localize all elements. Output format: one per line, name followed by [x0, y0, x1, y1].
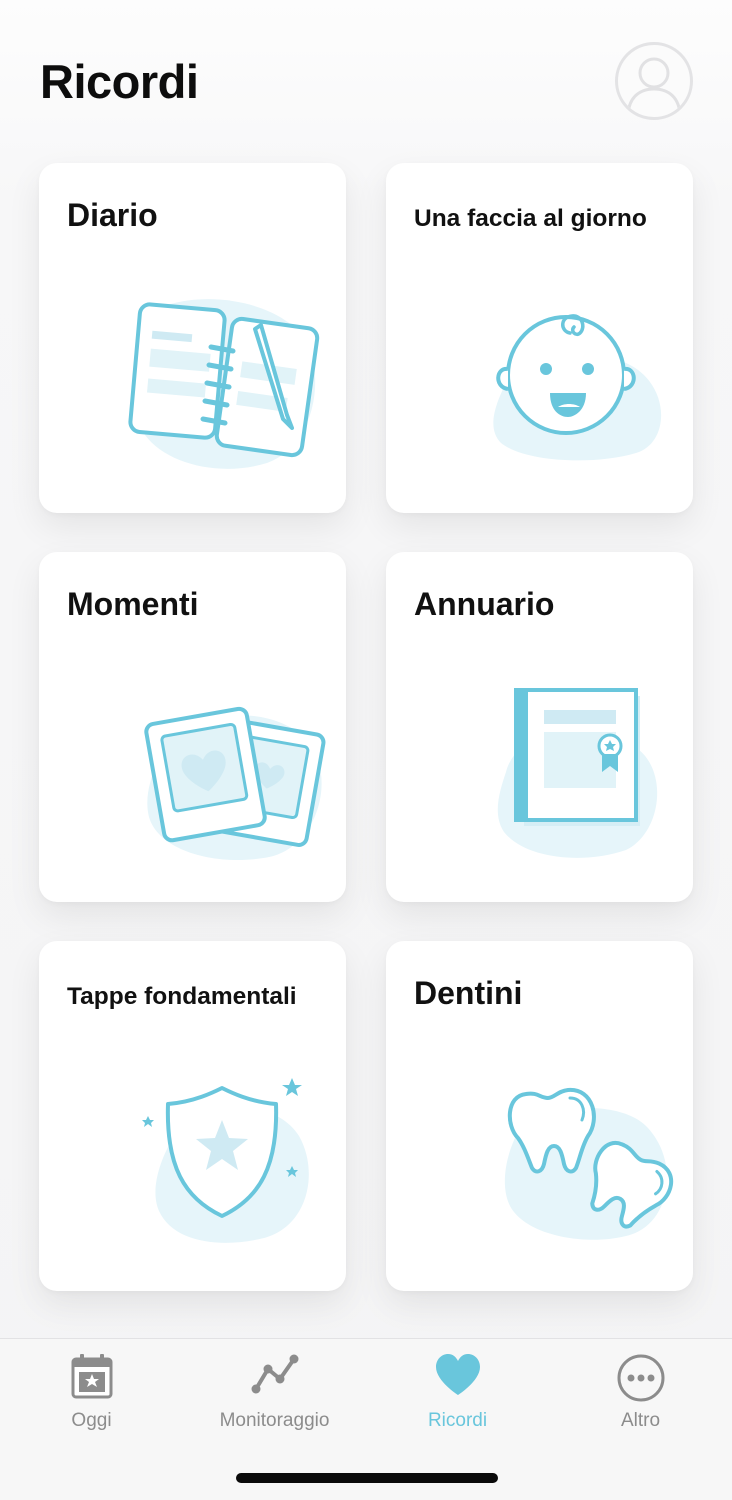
tab-monitoraggio[interactable]: Monitoraggio: [183, 1339, 366, 1449]
card-title: Dentini: [414, 975, 523, 1011]
tab-altro[interactable]: Altro: [549, 1339, 732, 1449]
tab-oggi[interactable]: Oggi: [0, 1339, 183, 1449]
line-chart-icon: [251, 1354, 298, 1394]
home-indicator[interactable]: [236, 1473, 498, 1483]
more-dots-icon: [617, 1354, 664, 1402]
card-title: Diario: [67, 197, 158, 233]
heart-icon: [435, 1354, 480, 1395]
avatar-person-icon: [626, 57, 682, 117]
card-diario[interactable]: Diario: [39, 163, 346, 513]
page-title: Ricordi: [40, 55, 199, 108]
profile-avatar-button[interactable]: [615, 42, 693, 120]
yearbook-icon: [497, 688, 658, 858]
card-tappe-fondamentali[interactable]: Tappe fondamentali: [39, 941, 346, 1291]
screen: Ricordi Diario Una faccia al giorno Mome…: [0, 0, 732, 1500]
card-title: Annuario: [414, 586, 555, 622]
diary-notebook-icon: [128, 299, 320, 469]
card-momenti[interactable]: Momenti: [39, 552, 346, 902]
tab-label: Oggi: [71, 1410, 112, 1431]
card-title: Momenti: [67, 586, 199, 622]
baby-face-icon: [493, 314, 662, 461]
card-annuario[interactable]: Annuario: [386, 552, 693, 902]
tab-label: Altro: [620, 1410, 661, 1431]
card-title: Una faccia al giorno: [414, 205, 647, 232]
card-title: Tappe fondamentali: [67, 983, 297, 1010]
tab-label: Ricordi: [427, 1410, 488, 1431]
calendar-star-icon: [71, 1354, 112, 1399]
tab-label: Monitoraggio: [219, 1410, 330, 1431]
tab-ricordi[interactable]: Ricordi: [366, 1339, 549, 1449]
card-dentini[interactable]: Dentini: [386, 941, 693, 1291]
shield-star-icon: [142, 1078, 309, 1243]
photo-heart-icon: [144, 706, 326, 861]
card-una-faccia-al-giorno[interactable]: Una faccia al giorno: [386, 163, 693, 513]
tooth-icon: [504, 1087, 674, 1240]
